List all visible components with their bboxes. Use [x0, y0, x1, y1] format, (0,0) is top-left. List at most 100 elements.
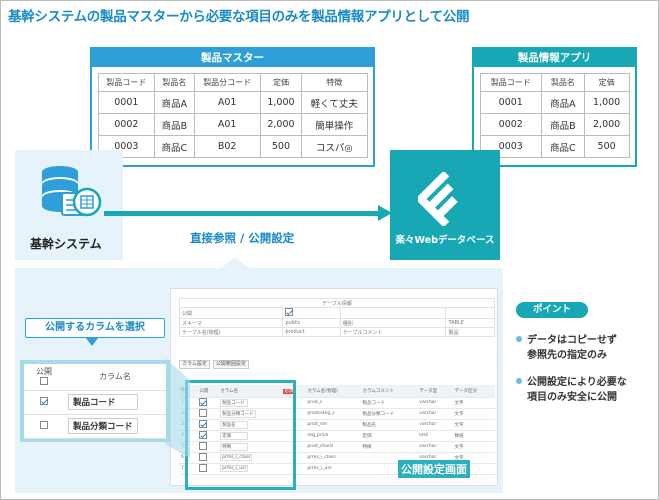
column-header: 定価 — [583, 73, 630, 92]
product-master-table: 製品コード 製品名 製品分コード 定価 特徴 0001 商品A A01 1,000 軽く… — [97, 73, 368, 158]
point-line: 項目のみ安全に公開 — [527, 392, 617, 403]
settings-section-tail-icon — [220, 257, 250, 269]
column-header: 製品名 — [541, 73, 585, 92]
product-info-app-table: 製品コード 製品名 定価 0001 商品A 1,000 0002 商品B 2,000 0… — [479, 73, 630, 158]
data-category: 文字 — [452, 397, 495, 409]
point-item-1: データはコピーせず 参照先の指定のみ — [516, 333, 617, 363]
column-select-header: 公開 カラム名 — [24, 364, 166, 391]
public-range-settings-button[interactable]: 公開範囲設定 — [213, 360, 250, 369]
column-name-input[interactable]: 製品コード — [68, 394, 138, 410]
column-select-zoom: 公開 カラム名 製品コード 製品分類コード — [20, 360, 170, 442]
data-category: 文字 — [452, 419, 495, 431]
table-row: 製品分類コード — [24, 414, 166, 439]
cell: 簡単操作 — [301, 113, 368, 136]
data-type: int4 — [417, 430, 453, 442]
column-header: 製品名 — [154, 73, 195, 92]
checkbox-checked-icon — [285, 308, 294, 316]
info-label: 種別 — [339, 318, 447, 328]
cell: 2,000 — [259, 113, 303, 136]
data-type: varchar — [417, 441, 453, 453]
column-comment: 定価 — [360, 430, 418, 442]
callout-tail-icon — [86, 338, 98, 346]
database-icon — [42, 166, 102, 217]
info-row: 公開 — [178, 307, 495, 319]
info-label: テーブル名(物理) — [178, 327, 284, 337]
column-header: 製品コード — [97, 73, 156, 92]
public-header: 公開 — [24, 364, 64, 391]
info-label: 公開 — [178, 307, 284, 319]
direct-reference-label: 直接参照 / 公開設定 — [190, 231, 295, 245]
checkbox-unchecked-icon — [40, 420, 48, 429]
cell: A01 — [193, 91, 261, 114]
web-database-logo-icon — [418, 172, 458, 226]
public-settings-screen-label: 公開設定画面 — [398, 460, 470, 478]
physical-name: prod_c — [305, 397, 361, 409]
info-row: テーブル名(物理) product テーブルコメント 製品 — [178, 327, 495, 337]
column-comment: 製品コード — [360, 397, 418, 409]
cell: コスパ◎ — [301, 135, 368, 158]
column-comment: 製品分類コード — [360, 408, 418, 420]
data-category: 数値 — [452, 430, 495, 442]
bullet-icon — [516, 378, 522, 384]
product-master-header: 製品マスター — [92, 49, 373, 67]
product-info-app-card: 製品情報アプリ 製品コード 製品名 定価 0001 商品A 1,000 0002 商品… — [472, 47, 637, 167]
table-row: 0001 商品A 1,000 — [479, 91, 630, 114]
table-row: 0003 商品C B02 500 コスパ◎ — [97, 135, 368, 158]
info-value: product — [282, 327, 341, 337]
table-row: 0002 商品B A01 2,000 簡単操作 — [97, 113, 368, 136]
table-row: 製品コード — [24, 390, 166, 415]
info-label: スキーマ — [178, 318, 284, 328]
product-master-card: 製品マスター 製品コード 製品名 製品分コード 定価 特徴 0001 商品A A01… — [90, 47, 375, 167]
cell: 500 — [583, 135, 630, 158]
point-item-2: 公開設定により必要な 項目のみ安全に公開 — [516, 375, 627, 405]
public-checkbox[interactable] — [24, 390, 64, 415]
grid-header: カラム名(物理) — [305, 385, 361, 398]
cell: 軽くて丈夫 — [301, 91, 368, 114]
column-header: 定価 — [259, 73, 303, 92]
public-checkbox[interactable] — [24, 414, 64, 439]
physical-name: prms_i_class — [305, 452, 361, 464]
table-row: 0001 商品A A01 1,000 軽くて丈夫 — [97, 91, 368, 114]
info-row: スキーマ public 種別 TABLE — [178, 318, 495, 328]
cell: 商品C — [541, 135, 585, 158]
cell: 500 — [259, 135, 303, 158]
checkbox-checked-icon — [40, 396, 48, 405]
grid-header: データ区分 — [452, 385, 495, 398]
cell: 0002 — [97, 113, 156, 136]
table-header-row: 製品コード 製品名 製品分コード 定価 特徴 — [97, 73, 368, 92]
grid-header: データ型 — [417, 385, 453, 398]
column-name-input[interactable]: 製品分類コード — [68, 418, 138, 434]
table-row: 0002 商品B 2,000 — [479, 113, 630, 136]
public-header-label: 公開 — [36, 367, 52, 377]
product-info-app-header: 製品情報アプリ — [474, 49, 635, 67]
cell: 商品B — [154, 113, 195, 136]
physical-name: reg_price — [305, 430, 361, 442]
column-comment: 製品名 — [360, 419, 418, 431]
select-columns-callout: 公開するカラムを選択 — [25, 318, 165, 338]
cell: 商品A — [541, 91, 585, 114]
column-header: 製品コード — [479, 73, 542, 92]
physical-name: prodcateg_c — [305, 408, 361, 420]
data-type: varchar — [417, 419, 453, 431]
page-title: 基幹システムの製品マスターから必要な項目のみを製品情報アプリとして公開 — [8, 9, 470, 25]
data-category: 文字 — [452, 408, 495, 420]
reference-arrow — [104, 211, 380, 216]
column-header: 特徴 — [301, 73, 368, 92]
point-line: 参照先の指定のみ — [527, 350, 607, 361]
data-category: 文字 — [452, 441, 495, 453]
table-info: テーブル情報 公開 スキーマ public 種別 TABLE テーブル名(物理)… — [178, 298, 495, 337]
column-comment: 特徴 — [360, 441, 418, 453]
public-checkbox[interactable] — [282, 307, 341, 319]
data-type: varchar — [417, 408, 453, 420]
point-line: 公開設定により必要な — [527, 377, 627, 388]
data-type: varchar — [417, 397, 453, 409]
public-column-highlight — [185, 380, 296, 490]
physical-name: prod_charis — [305, 441, 361, 453]
info-value: public — [282, 318, 341, 328]
checkbox-unchecked-icon — [40, 377, 48, 386]
point-badge: ポイント — [516, 302, 588, 318]
table-info-title: テーブル情報 — [179, 298, 495, 308]
cell: 2,000 — [583, 113, 630, 136]
info-label: テーブルコメント — [339, 327, 447, 337]
cell: 1,000 — [583, 91, 630, 114]
